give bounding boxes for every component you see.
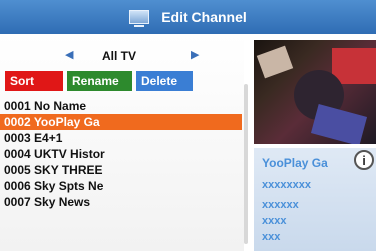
channel-item-selected[interactable]: 0002 YooPlay Ga xyxy=(0,114,242,130)
group-label: All TV xyxy=(102,49,137,63)
channel-list: 0001 No Name 0002 YooPlay Ga 0003 E4+1 0… xyxy=(0,98,242,210)
channel-item[interactable]: 0003 E4+1 xyxy=(0,130,242,146)
channel-item[interactable]: 0007 Sky News xyxy=(0,194,242,210)
channel-item[interactable]: 0001 No Name xyxy=(0,98,242,114)
info-line: xxx xyxy=(262,231,281,243)
info-line: xxxx xyxy=(262,215,287,227)
preview-shape xyxy=(256,45,294,79)
channel-panel: ◀ All TV ▶ Sort Rename Delete 0001 No Na… xyxy=(0,34,244,251)
channel-item[interactable]: 0005 SKY THREE xyxy=(0,162,242,178)
info-icon[interactable]: i xyxy=(354,150,374,170)
channel-item[interactable]: 0006 Sky Spts Ne xyxy=(0,178,242,194)
arrow-left-icon[interactable]: ◀ xyxy=(65,48,73,61)
channel-item[interactable]: 0004 UKTV Histor xyxy=(0,146,242,162)
arrow-right-icon[interactable]: ▶ xyxy=(191,48,199,61)
page-title: Edit Channel xyxy=(161,9,247,25)
info-line: xxxxxx xyxy=(262,199,299,211)
channel-name: YooPlay Ga xyxy=(262,156,328,170)
channel-info-panel: YooPlay Ga i xxxxxxxx xxxxxx xxxx xxx xyxy=(254,148,376,251)
tv-icon xyxy=(129,10,150,27)
preview-shape xyxy=(310,104,368,144)
rename-button[interactable]: Rename xyxy=(67,71,132,91)
channel-list-scrollbar[interactable] xyxy=(244,84,248,244)
info-line: xxxxxxxx xyxy=(262,179,311,191)
group-selector[interactable]: ◀ All TV ▶ xyxy=(0,48,244,66)
delete-button[interactable]: Delete xyxy=(136,71,193,91)
title-bar: Edit Channel xyxy=(0,0,376,34)
sort-button[interactable]: Sort xyxy=(5,71,63,91)
action-buttons: Sort Rename Delete xyxy=(5,71,193,91)
video-preview xyxy=(254,40,376,144)
